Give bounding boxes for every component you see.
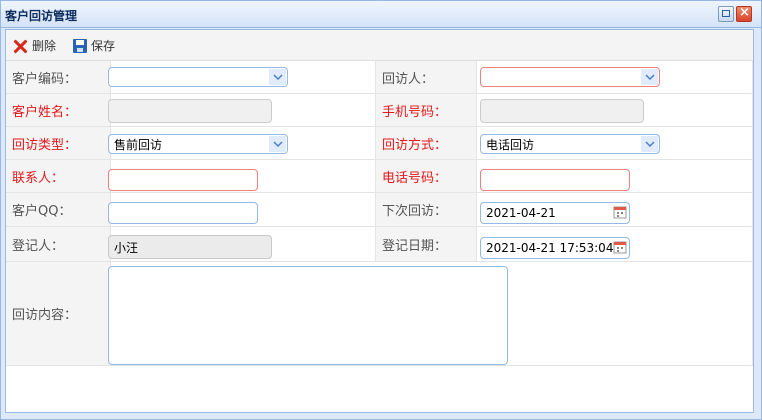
visit-type-value: 售前回访: [114, 137, 163, 152]
form-panel: 删除 保存 客户编码： 回访人： 客户姓名： 手机号码： 回访类型： 售前回访 …: [5, 29, 754, 413]
calendar-icon[interactable]: [612, 204, 628, 220]
phone-label: 电话号码：: [376, 160, 477, 193]
contact-input[interactable]: [108, 169, 258, 191]
mobile-input[interactable]: [480, 99, 644, 123]
register-date-label: 登记日期：: [376, 227, 477, 262]
visit-method-value: 电话回访: [486, 137, 535, 152]
next-visit-date[interactable]: 2021-04-21: [480, 202, 630, 224]
visit-type-select[interactable]: 售前回访: [108, 134, 288, 154]
visit-method-select[interactable]: 电话回访: [480, 134, 660, 154]
customer-qq-input[interactable]: [108, 202, 258, 224]
registrar-label: 登记人：: [6, 227, 111, 262]
delete-button[interactable]: 删除: [12, 37, 56, 54]
visitor-label: 回访人：: [376, 61, 477, 94]
visit-type-label: 回访类型：: [6, 127, 111, 160]
save-icon: [73, 38, 87, 53]
visit-method-label: 回访方式：: [376, 127, 477, 160]
window-title: 客户回访管理: [5, 9, 78, 23]
register-date-value: 2021-04-21 17:53:04: [486, 241, 614, 255]
save-button[interactable]: 保存: [73, 37, 115, 54]
chevron-down-icon[interactable]: [641, 69, 658, 85]
delete-label: 删除: [32, 39, 57, 53]
contact-label: 联系人：: [6, 160, 111, 193]
registrar-input[interactable]: 小汪: [108, 235, 272, 259]
phone-input[interactable]: [480, 169, 630, 191]
next-visit-label: 下次回访：: [376, 193, 477, 227]
next-visit-value: 2021-04-21: [486, 206, 556, 220]
customer-name-label: 客户姓名：: [6, 94, 111, 127]
mobile-label: 手机号码：: [376, 94, 477, 127]
window-titlebar: 客户回访管理: [1, 1, 761, 28]
customer-visit-window: 客户回访管理 删除 保存 客户编码： 回访人： 客户姓名：: [0, 0, 762, 420]
close-button[interactable]: [736, 5, 752, 22]
save-label: 保存: [91, 39, 116, 53]
chevron-down-icon[interactable]: [641, 136, 658, 152]
restore-button[interactable]: [718, 6, 734, 22]
content-textarea[interactable]: [108, 266, 508, 365]
customer-code-select[interactable]: [108, 67, 288, 87]
customer-qq-label: 客户QQ：: [6, 193, 111, 227]
visitor-select[interactable]: [480, 67, 660, 87]
delete-icon: [12, 38, 28, 54]
customer-name-input[interactable]: [108, 99, 272, 123]
register-date-input[interactable]: 2021-04-21 17:53:04: [480, 237, 630, 259]
chevron-down-icon[interactable]: [269, 136, 286, 152]
customer-code-label: 客户编码：: [6, 61, 111, 94]
calendar-icon[interactable]: [612, 239, 628, 255]
chevron-down-icon[interactable]: [269, 69, 286, 85]
content-label: 回访内容：: [6, 262, 111, 366]
toolbar: 删除 保存: [6, 30, 753, 61]
